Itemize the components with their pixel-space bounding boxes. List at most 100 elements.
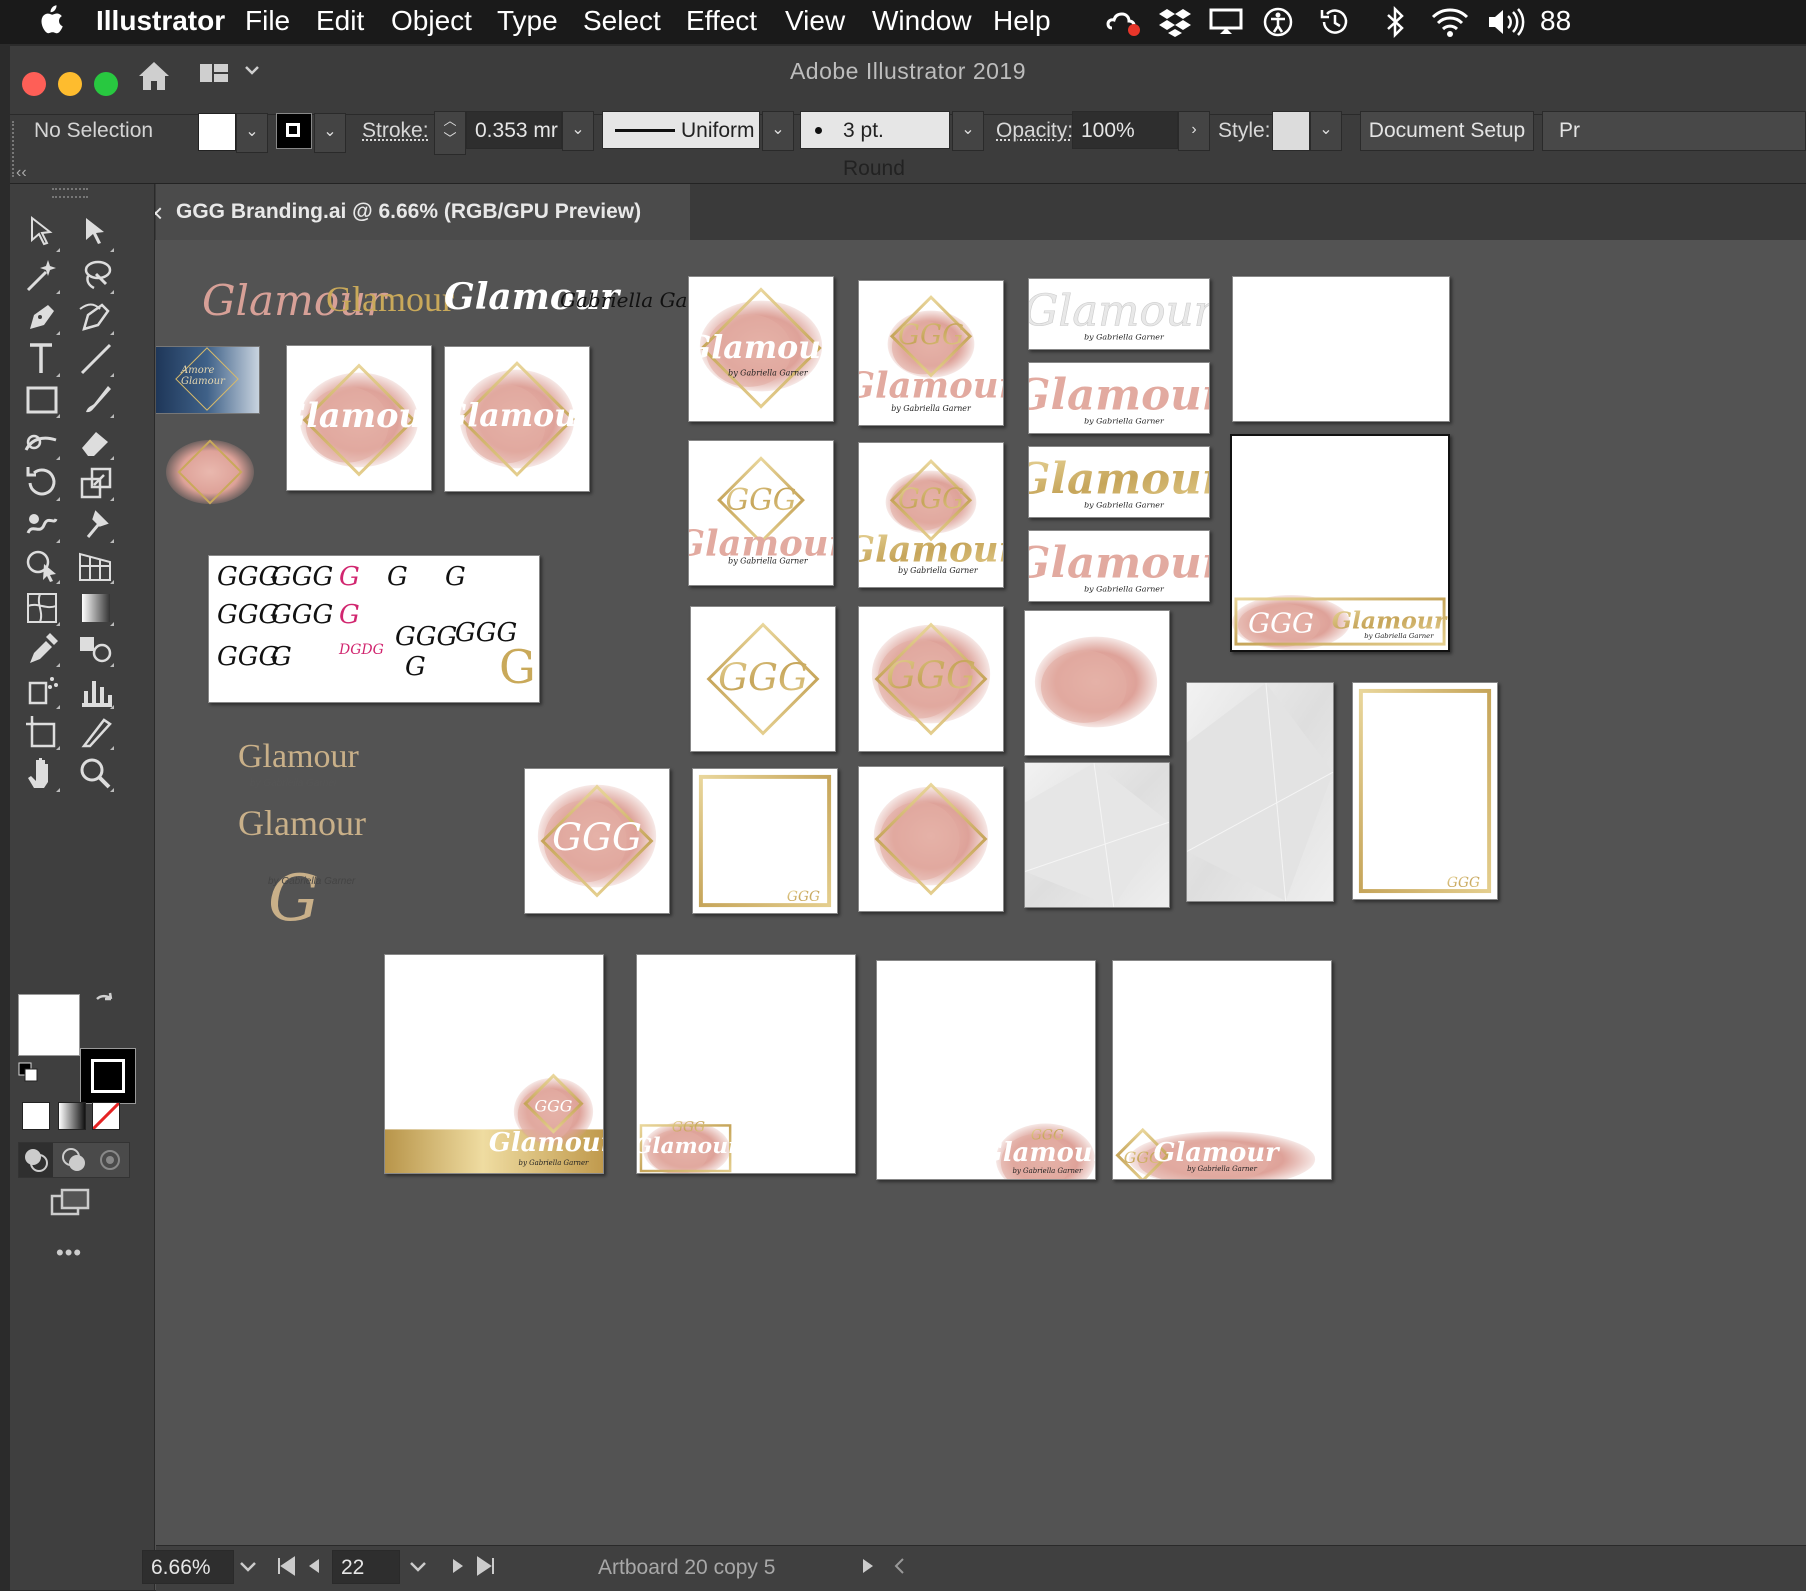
artboard-logo-sq-6[interactable]: GGG [858,606,1004,752]
fill-swatch[interactable] [198,113,236,151]
logo-sheet-item[interactable]: DGDG [339,642,384,658]
color-mode-icon[interactable] [22,1102,50,1130]
stroke-swatch[interactable] [276,113,312,149]
fill-color-box[interactable] [18,994,80,1056]
artboard-flyer-a[interactable]: GGG Glamour by Gabriella Garner [384,954,604,1174]
menu-object[interactable]: Object [391,5,472,37]
edit-toolbar-more-icon[interactable]: ••• [56,1240,82,1266]
menu-help[interactable]: Help [993,5,1051,37]
puppet-warp-tool-icon[interactable] [74,503,118,547]
stroke-weight-stepper[interactable]: ︿ ﹀ [434,111,466,155]
scroll-left-icon[interactable] [888,1554,912,1584]
line-segment-tool-icon[interactable] [74,337,118,381]
volume-icon[interactable] [1486,6,1526,45]
default-fill-stroke-icon[interactable] [18,1062,40,1089]
artboard-logo-sq-4[interactable]: GGG Glamourby Gabriella Garner [858,442,1004,588]
scale-tool-icon[interactable] [74,461,118,505]
curvature-tool-icon[interactable] [74,295,118,339]
artboard-flyer-b[interactable]: Glamour GGG [636,954,856,1174]
first-artboard-icon[interactable] [274,1554,298,1584]
draw-normal-icon[interactable] [19,1143,53,1177]
variable-width-profile[interactable]: Uniform [602,111,760,149]
artboard-logo-sheet[interactable]: GGG GGG G G GGG GGG G GGG G GGG GGG G DGDG G G [208,555,540,703]
zoom-dropdown-chevron-icon[interactable] [236,1554,260,1584]
none-mode-icon[interactable] [92,1102,120,1130]
artboard-flyer-c[interactable]: Glamour GGG by Gabriella Garner [876,960,1096,1180]
artboard-logo-rose-diamond-b[interactable]: Glamour [444,346,590,492]
menu-select[interactable]: Select [583,5,661,37]
stroke-weight-input[interactable]: 0.353 mr [466,111,562,149]
wordmark-taupe[interactable]: Glamour [238,738,359,776]
stroke-weight-dropdown[interactable]: ⌄ [562,111,594,151]
artboard-gold-frame-b[interactable]: GGG [1352,682,1498,900]
artboard-tool-icon[interactable] [20,710,64,754]
navy-card-mockup[interactable]: Amore Glamour [156,346,260,414]
blend-tool-icon[interactable] [74,627,118,671]
paintbrush-tool-icon[interactable] [74,378,118,422]
perspective-grid-tool-icon[interactable] [74,544,118,588]
rectangle-tool-icon[interactable] [20,378,64,422]
artboard-rose-texture[interactable] [1024,610,1170,756]
wordmark-gold[interactable]: Glamour [326,278,454,320]
stroke-color-box[interactable] [80,1048,136,1104]
lasso-tool-icon[interactable] [74,254,118,298]
rotate-tool-icon[interactable] [20,461,64,505]
artboard-wordmark-rose-2[interactable]: Glamourby Gabriella Garner [1028,530,1210,602]
brush-definition[interactable]: 3 pt. Round [800,111,950,180]
artboard-logo-sq-5[interactable]: GGG [690,606,836,752]
panel-grip[interactable] [52,188,88,198]
column-graph-tool-icon[interactable] [74,669,118,713]
artboard-banner-selected[interactable]: GGG Glamour by Gabriella Garner [1230,434,1450,652]
slice-tool-icon[interactable] [74,710,118,754]
artboard-logo-sq-3[interactable]: GGGGlamourby Gabriella Garner [688,440,834,586]
zoom-tool-icon[interactable] [74,752,118,796]
artboard-logo-sq-7[interactable]: GGG [524,768,670,914]
profile-dropdown[interactable]: ⌄ [762,111,794,151]
logo-sheet-item[interactable]: GGG [217,562,279,592]
wordmark-taupe-2[interactable]: Glamour [238,802,366,844]
last-artboard-icon[interactable] [474,1554,498,1584]
preferences-button[interactable]: Pr [1542,111,1806,151]
opacity-arrow[interactable]: › [1178,111,1210,151]
symbol-sprayer-tool-icon[interactable] [20,669,64,713]
wifi-icon[interactable] [1430,6,1470,45]
logo-sheet-item[interactable]: G [339,600,360,630]
type-tool-icon[interactable] [20,337,64,381]
eyedropper-tool-icon[interactable] [20,627,64,671]
logo-sheet-item[interactable]: G [271,642,292,672]
logo-sheet-gold-g[interactable]: G [499,640,536,694]
artboard-poly-bg-a[interactable] [1024,762,1170,908]
style-dropdown[interactable]: ⌄ [1310,111,1342,151]
logo-sheet-item[interactable]: G [387,562,408,592]
time-machine-icon[interactable] [1318,6,1352,45]
artboard-logo-rose-diamond-a[interactable]: Glamour [286,345,432,491]
menu-window[interactable]: Window [872,5,972,37]
direct-selection-tool-icon[interactable] [74,212,118,256]
gradient-tool-icon[interactable] [74,586,118,630]
logo-sheet-item[interactable]: GGG [217,642,279,672]
creative-cloud-icon[interactable] [1106,6,1142,45]
logo-sheet-item[interactable]: G [445,562,466,592]
artboard-wordmark-rose[interactable]: Glamourby Gabriella Garner [1028,362,1210,434]
document-setup-button[interactable]: Document Setup [1360,111,1534,151]
fill-dropdown[interactable]: ⌄ [236,113,268,153]
artboard-logo-sq-1[interactable]: Glamour by Gabriella Garner [688,276,834,422]
collapse-panel-icon[interactable]: ‹‹ [16,164,27,182]
menu-type[interactable]: Type [497,5,558,37]
artboard-wordmark-white[interactable]: Glamour by Gabriella Garner [1028,278,1210,350]
gradient-mode-icon[interactable] [58,1102,86,1130]
artboard-flyer-d[interactable]: GGG Glamour by Gabriella Garner [1112,960,1332,1180]
document-tab[interactable]: × GGG Branding.ai @ 6.66% (RGB/GPU Previ… [148,184,690,240]
change-screen-mode-icon[interactable] [48,1186,92,1225]
menu-edit[interactable]: Edit [316,5,364,37]
artboard-gold-frame-a[interactable]: GGG [692,768,838,914]
apple-menu-icon[interactable] [36,4,64,44]
swap-fill-stroke-icon[interactable] [92,990,118,1021]
battery-percent[interactable]: 88 [1540,5,1571,37]
logo-sheet-item[interactable]: GGG [271,562,333,592]
menu-effect[interactable]: Effect [686,5,757,37]
shaper-tool-icon[interactable] [20,420,64,464]
logo-sheet-item[interactable]: GGG [217,600,279,630]
eraser-tool-icon[interactable] [74,420,118,464]
bluetooth-icon[interactable] [1384,5,1408,45]
